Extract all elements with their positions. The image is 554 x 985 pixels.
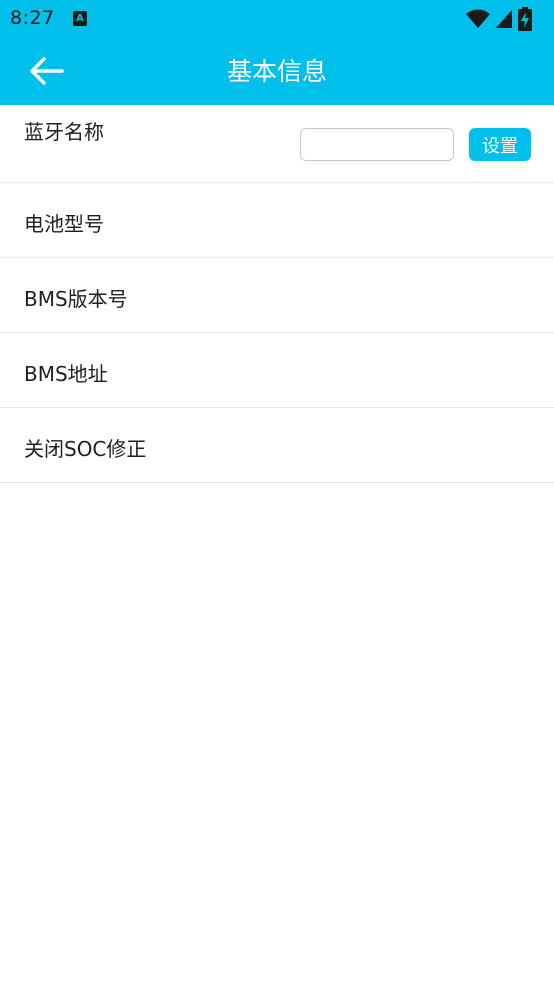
a-letter-icon: A — [73, 11, 87, 26]
list-item-bms-version[interactable]: BMS版本号 — [0, 258, 554, 333]
arrow-left-icon — [30, 57, 64, 85]
close-soc-correction-label: 关闭SOC修正 — [24, 437, 147, 461]
info-list: 蓝牙名称 设置 电池型号 BMS版本号 BMS地址 关闭SOC修正 — [0, 105, 554, 483]
page-title: 基本信息 — [226, 57, 327, 86]
list-item-bluetooth-name: 蓝牙名称 设置 — [0, 105, 554, 183]
bluetooth-name-label: 蓝牙名称 — [24, 120, 104, 144]
list-item-close-soc-correction[interactable]: 关闭SOC修正 — [0, 408, 554, 483]
list-item-bms-address[interactable]: BMS地址 — [0, 333, 554, 408]
bms-version-label: BMS版本号 — [24, 287, 128, 311]
battery-charging-icon — [518, 7, 532, 31]
set-button[interactable]: 设置 — [469, 128, 531, 161]
list-item-battery-model[interactable]: 电池型号 — [0, 183, 554, 258]
signal-icon — [496, 10, 512, 28]
bms-address-label: BMS地址 — [24, 362, 108, 386]
bluetooth-name-input[interactable] — [300, 128, 454, 161]
battery-model-label: 电池型号 — [24, 212, 104, 236]
status-bar: 8:27 A — [0, 0, 554, 38]
wifi-icon — [466, 9, 490, 28]
status-time: 8:27 — [10, 7, 55, 29]
app-bar: 基本信息 — [0, 38, 554, 105]
back-button[interactable] — [20, 48, 70, 94]
status-icons — [466, 7, 546, 31]
